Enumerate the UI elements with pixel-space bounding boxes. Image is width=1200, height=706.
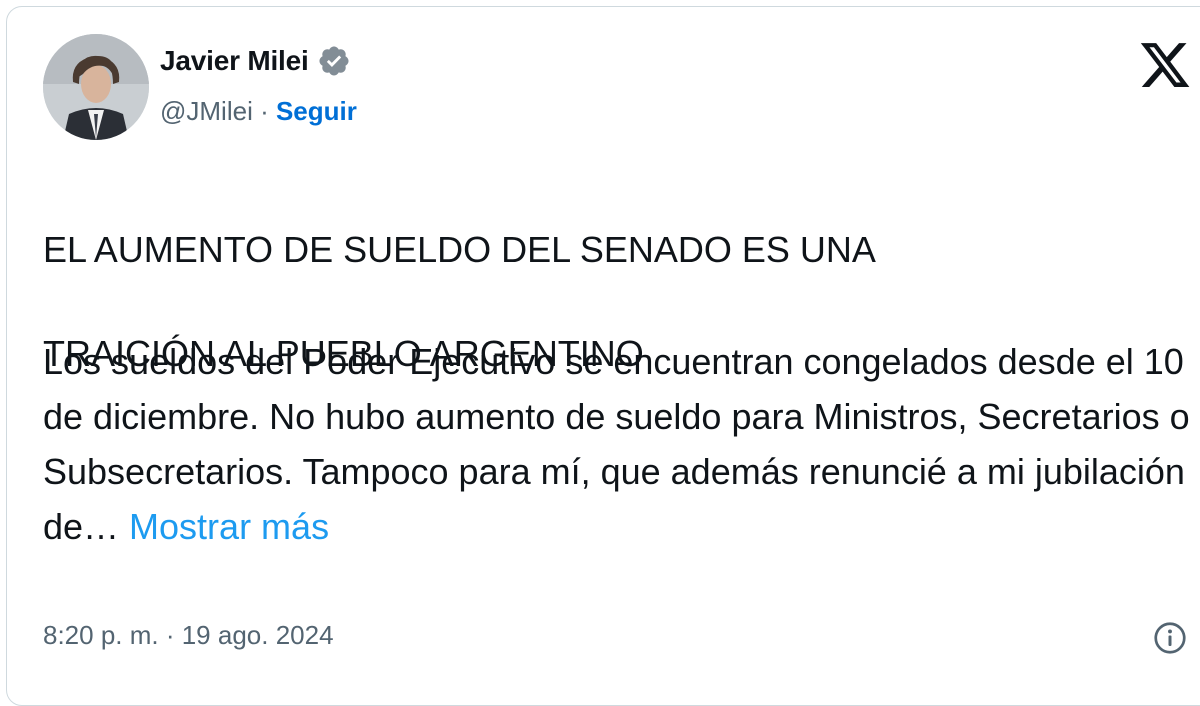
headline-line-1: EL AUMENTO DE SUELDO DEL SENADO ES UNA (43, 229, 876, 270)
author-handle[interactable]: @JMilei (160, 96, 253, 127)
tweet-body: Los sueldos del Poder Ejecutivo se encue… (43, 334, 1200, 554)
show-more-link[interactable]: Mostrar más (129, 506, 329, 547)
avatar-image (43, 34, 149, 140)
avatar[interactable] (43, 34, 149, 140)
tweet-timestamp[interactable]: 8:20 p. m. · 19 ago. 2024 (43, 620, 334, 651)
author-name[interactable]: Javier Milei (160, 45, 309, 77)
author-name-row[interactable]: Javier Milei (160, 44, 351, 78)
author-handle-row: @JMilei · Seguir (160, 96, 357, 127)
separator: · (252, 96, 276, 126)
verified-badge-icon (317, 44, 351, 78)
info-icon[interactable] (1152, 620, 1188, 656)
x-logo-icon[interactable] (1138, 38, 1192, 92)
follow-button[interactable]: Seguir (276, 96, 357, 127)
